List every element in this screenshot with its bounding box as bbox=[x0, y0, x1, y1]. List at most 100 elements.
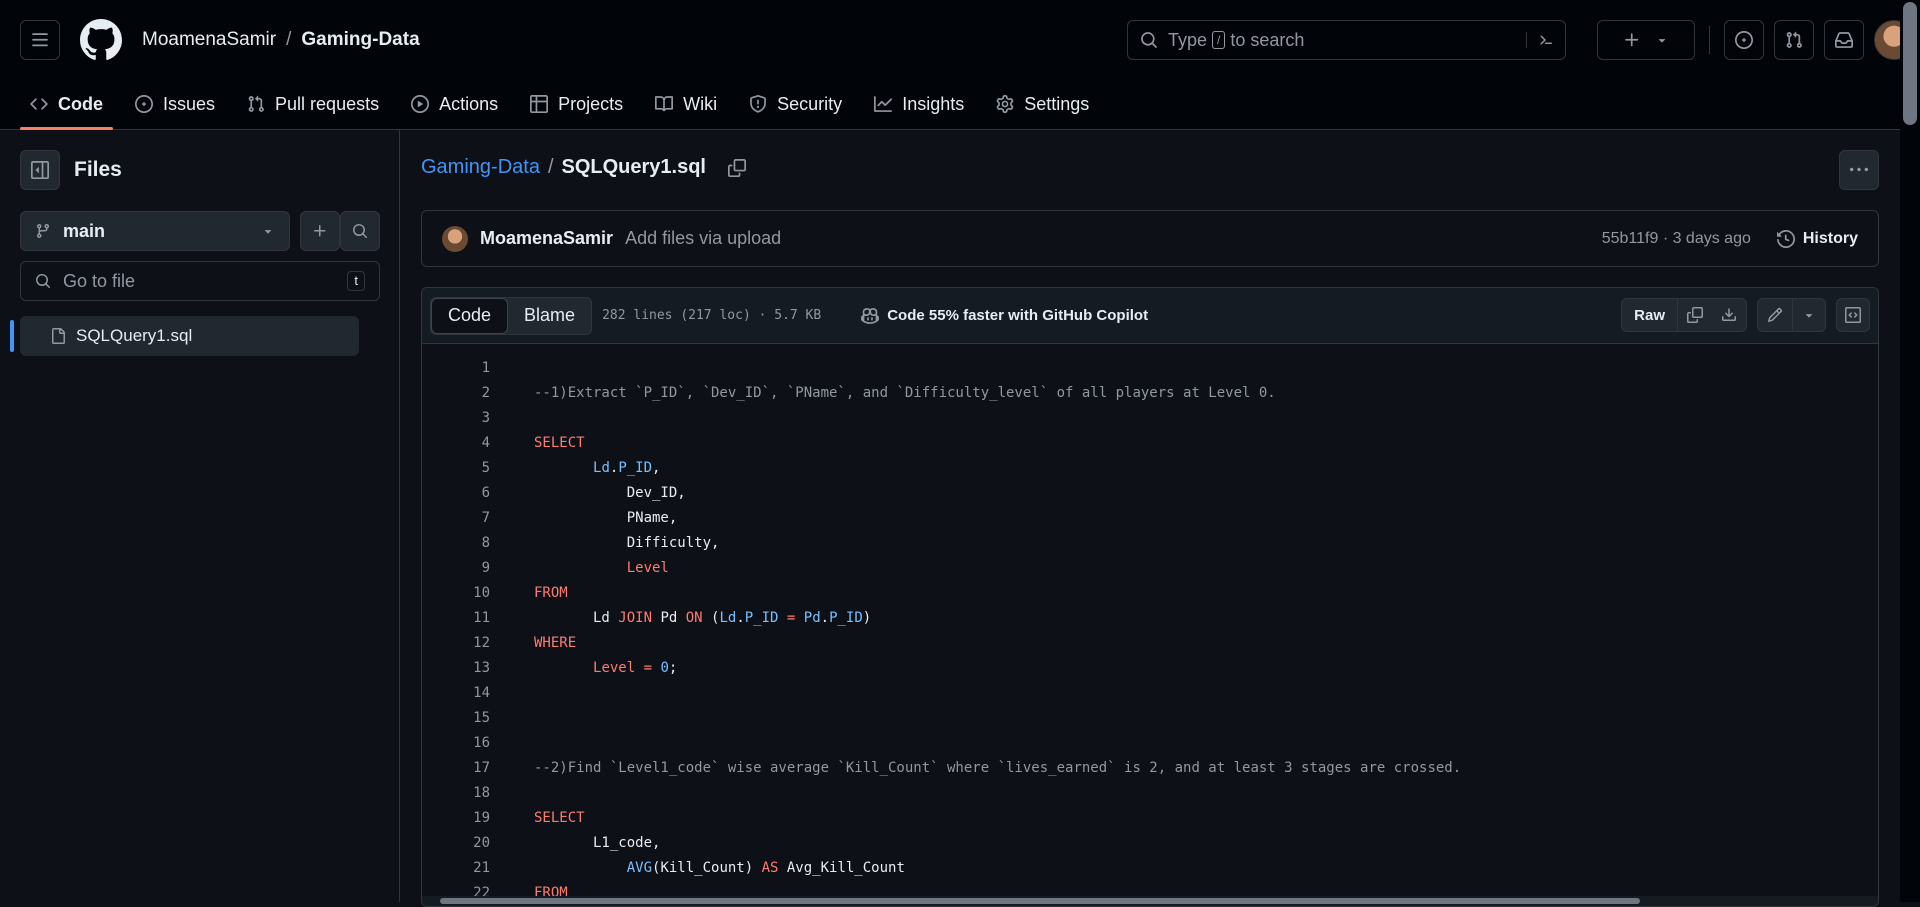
line-number[interactable]: 10 bbox=[422, 585, 492, 601]
edit-dropdown-button[interactable] bbox=[1793, 299, 1825, 331]
code-viewer-toolbar: Code Blame 282 lines (217 loc) · 5.7 KB … bbox=[422, 288, 1878, 344]
tab-code[interactable]: Code bbox=[20, 79, 113, 130]
menu-button[interactable] bbox=[20, 20, 60, 60]
collapse-sidebar-button[interactable] bbox=[20, 150, 60, 190]
line-number[interactable]: 17 bbox=[422, 760, 492, 776]
branch-selector[interactable]: main bbox=[20, 211, 290, 251]
tab-insights[interactable]: Insights bbox=[864, 79, 974, 129]
code-line: 13 Level = 0; bbox=[422, 655, 1878, 680]
repo-link[interactable]: Gaming-Data bbox=[301, 29, 419, 51]
pull-requests-button[interactable] bbox=[1774, 20, 1814, 60]
tab-projects[interactable]: Projects bbox=[520, 79, 633, 129]
copy-raw-button[interactable] bbox=[1678, 299, 1712, 331]
owner-link[interactable]: MoamenaSamir bbox=[142, 29, 276, 51]
code-line: 17 --2)Find `Level1_code` wise average `K… bbox=[422, 755, 1878, 780]
file-view: Gaming-Data / SQLQuery1.sql MoamenaSamir… bbox=[401, 130, 1901, 907]
inbox-button[interactable] bbox=[1824, 20, 1864, 60]
code-line: 20 L1_code, bbox=[422, 830, 1878, 855]
tree-item-file[interactable]: SQLQuery1.sql bbox=[20, 316, 359, 356]
repo-breadcrumb: MoamenaSamir / Gaming-Data bbox=[142, 29, 420, 51]
download-button[interactable] bbox=[1712, 299, 1746, 331]
line-text: AVG(Kill_Count) AS Avg_Kill_Count bbox=[534, 860, 905, 876]
tab-wiki[interactable]: Wiki bbox=[645, 79, 727, 129]
code-token: FROM bbox=[534, 584, 568, 601]
tab-issues[interactable]: Issues bbox=[125, 79, 225, 129]
page-scrollbar[interactable] bbox=[1900, 0, 1920, 902]
code-token: Pd bbox=[652, 609, 686, 626]
line-text: WHERE bbox=[534, 635, 576, 651]
tab-code-view[interactable]: Code bbox=[431, 297, 509, 334]
line-number[interactable]: 12 bbox=[422, 635, 492, 651]
line-number[interactable]: 1 bbox=[422, 360, 492, 376]
commit-message[interactable]: Add files via upload bbox=[625, 228, 781, 249]
commit-meta[interactable]: 55b11f9 · 3 days ago bbox=[1602, 230, 1751, 248]
github-logo-icon[interactable] bbox=[80, 19, 122, 61]
graph-icon bbox=[874, 96, 893, 112]
line-number[interactable]: 3 bbox=[422, 410, 492, 426]
tab-security[interactable]: Security bbox=[739, 79, 852, 129]
scrollbar-thumb[interactable] bbox=[440, 898, 1640, 904]
search-prefix: Type bbox=[1168, 29, 1208, 50]
code-content[interactable]: 1 2 --1)Extract `P_ID`, `Dev_ID`, `PName`,… bbox=[422, 344, 1878, 905]
raw-button[interactable]: Raw bbox=[1622, 299, 1678, 331]
line-number[interactable]: 19 bbox=[422, 810, 492, 826]
code-line: 10 FROM bbox=[422, 580, 1878, 605]
line-number[interactable]: 20 bbox=[422, 835, 492, 851]
copilot-promo[interactable]: Code 55% faster with GitHub Copilot bbox=[861, 307, 1148, 325]
download-icon bbox=[1722, 308, 1736, 321]
issues-button[interactable] bbox=[1724, 20, 1764, 60]
horizontal-scrollbar[interactable] bbox=[422, 896, 1878, 906]
code-line: 9 Level bbox=[422, 555, 1878, 580]
code-line: 12 WHERE bbox=[422, 630, 1878, 655]
line-number[interactable]: 4 bbox=[422, 435, 492, 451]
tab-label: Settings bbox=[1024, 93, 1090, 114]
tab-pull-requests[interactable]: Pull requests bbox=[237, 79, 389, 129]
line-number[interactable]: 16 bbox=[422, 735, 492, 751]
repo-root-link[interactable]: Gaming-Data bbox=[421, 156, 540, 179]
line-text: L1_code, bbox=[534, 835, 660, 851]
add-file-button[interactable] bbox=[300, 211, 340, 251]
code-token: --1)Extract `P_ID`, `Dev_ID`, `PName`, a… bbox=[534, 384, 1276, 401]
code-token: P_ID bbox=[618, 459, 653, 476]
code-token: 0 bbox=[660, 659, 669, 676]
line-number[interactable]: 8 bbox=[422, 535, 492, 551]
author-avatar[interactable] bbox=[442, 225, 468, 252]
line-number[interactable]: 14 bbox=[422, 685, 492, 701]
tab-settings[interactable]: Settings bbox=[986, 79, 1099, 129]
go-to-file-input[interactable]: Go to file t bbox=[20, 261, 380, 301]
search-icon bbox=[353, 224, 368, 239]
pencil-icon bbox=[1767, 307, 1783, 323]
line-number[interactable]: 7 bbox=[422, 510, 492, 526]
code-token: SELECT bbox=[534, 434, 585, 451]
create-new-button[interactable] bbox=[1597, 20, 1695, 60]
line-number[interactable]: 2 bbox=[422, 385, 492, 401]
line-number[interactable]: 6 bbox=[422, 485, 492, 501]
line-number[interactable]: 11 bbox=[422, 610, 492, 626]
tab-actions[interactable]: Actions bbox=[401, 79, 508, 129]
search-files-button[interactable] bbox=[340, 211, 380, 251]
code-token: . bbox=[736, 609, 745, 626]
commit-author[interactable]: MoamenaSamir bbox=[480, 228, 613, 249]
code-token: --2)Find `Level1_code` wise average `Kil… bbox=[534, 759, 1462, 776]
git-pull-request-icon bbox=[1786, 31, 1802, 48]
line-number[interactable]: 13 bbox=[422, 660, 492, 676]
copy-path-button[interactable] bbox=[728, 158, 746, 177]
line-number[interactable]: 18 bbox=[422, 785, 492, 801]
line-number[interactable]: 9 bbox=[422, 560, 492, 576]
search-icon bbox=[36, 274, 51, 289]
file-stats: 282 lines (217 loc) · 5.7 KB bbox=[602, 308, 822, 323]
line-number[interactable]: 5 bbox=[422, 460, 492, 476]
file-path-breadcrumb: Gaming-Data / SQLQuery1.sql bbox=[421, 156, 746, 179]
tab-blame-view[interactable]: Blame bbox=[508, 298, 591, 334]
line-number[interactable]: 15 bbox=[422, 710, 492, 726]
more-options-button[interactable] bbox=[1839, 150, 1879, 190]
line-number[interactable]: 21 bbox=[422, 860, 492, 876]
edit-file-button[interactable] bbox=[1758, 299, 1793, 331]
code-token: P_ID bbox=[829, 609, 863, 626]
git-pull-request-icon bbox=[248, 95, 264, 112]
symbols-panel-button[interactable] bbox=[1836, 298, 1870, 332]
search-input[interactable]: Type / to search bbox=[1127, 20, 1566, 60]
command-palette-button[interactable] bbox=[1526, 32, 1553, 48]
history-button[interactable]: History bbox=[1776, 230, 1858, 248]
scrollbar-thumb[interactable] bbox=[1903, 2, 1917, 125]
